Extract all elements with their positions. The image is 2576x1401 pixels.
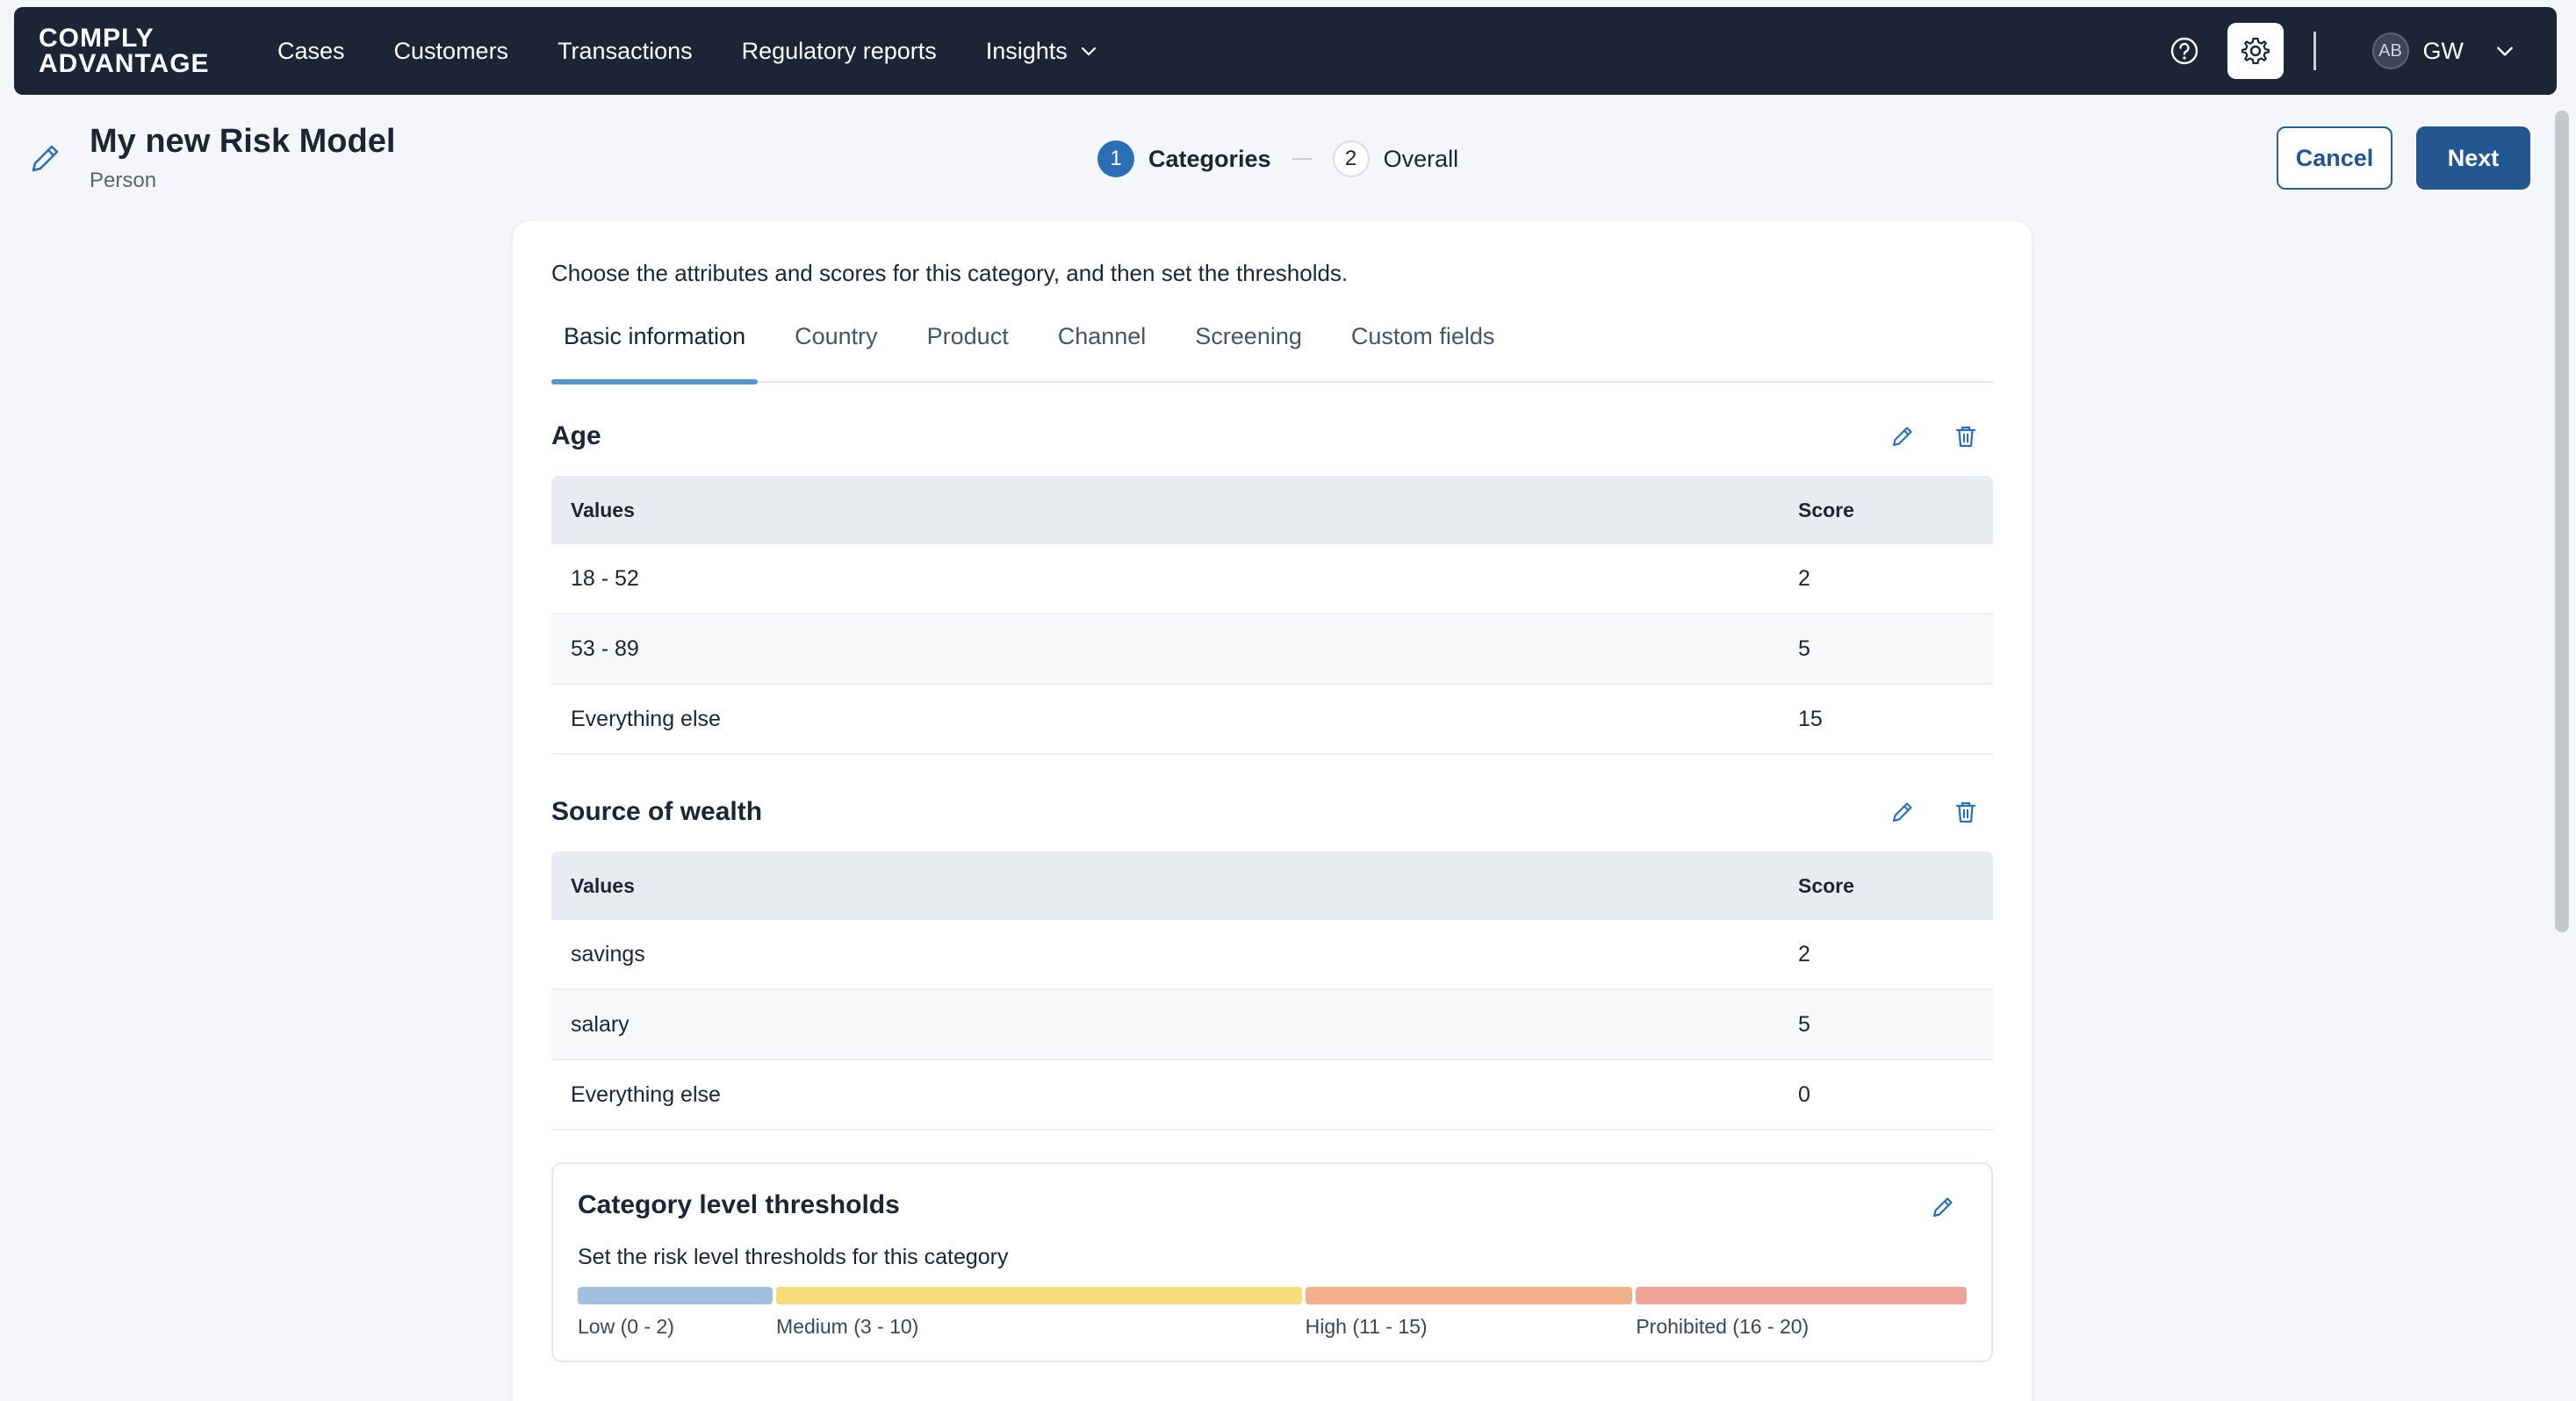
age-table: Values Score 18 - 52 2 53 - 89 5 Everyth… [551, 476, 1993, 755]
row-value: 18 - 52 [571, 565, 639, 591]
chevron-down-icon[interactable] [2495, 41, 2515, 61]
header-values: Values [571, 873, 635, 897]
step-2-label[interactable]: Overall [1384, 146, 1459, 173]
threshold-bar-high [1305, 1287, 1633, 1304]
trash-icon[interactable] [1953, 799, 1979, 825]
threshold-label-prohibited: Prohibited (16 - 20) [1636, 1315, 1810, 1338]
tab-basic-information[interactable]: Basic information [551, 323, 759, 384]
source-of-wealth-table: Values Score savings 2 salary 5 Everythi… [551, 851, 1993, 1131]
threshold-bar-prohibited [1636, 1287, 1967, 1304]
table-row: salary 5 [551, 990, 1993, 1060]
cancel-button[interactable]: Cancel [2277, 126, 2393, 190]
wizard-stepper: 1 Categories 2 Overall [1097, 140, 1458, 177]
nav-link-insights[interactable]: Insights [986, 38, 1097, 65]
category-thresholds-panel: Category level thresholds Set the risk l… [551, 1162, 1993, 1362]
help-icon[interactable] [2169, 36, 2199, 66]
scrollbar-thumb[interactable] [2555, 111, 2569, 932]
row-value: Everything else [571, 1081, 721, 1107]
row-value: Everything else [571, 706, 721, 731]
nav-link-cases[interactable]: Cases [277, 38, 345, 65]
brand-logo-line2: ADVANTAGE [39, 49, 210, 78]
pencil-icon[interactable] [1889, 423, 1916, 449]
row-score: 2 [1798, 941, 1810, 966]
row-score: 2 [1798, 565, 1810, 591]
row-score: 15 [1798, 706, 1823, 731]
step-1-number: 1 [1097, 140, 1134, 177]
step-separator [1292, 158, 1312, 160]
row-value: savings [571, 941, 645, 966]
table-row: savings 2 [551, 920, 1993, 990]
card-intro: Choose the attributes and scores for thi… [551, 260, 1349, 286]
threshold-label-medium: Medium (3 - 10) [776, 1315, 919, 1338]
table-row: 18 - 52 2 [551, 544, 1993, 614]
brand-logo[interactable]: COMPLY ADVANTAGE [39, 24, 242, 78]
avatar[interactable]: AB [2371, 32, 2409, 69]
row-score: 5 [1798, 1011, 1810, 1037]
nav-link-customers[interactable]: Customers [394, 38, 509, 65]
brand-logo-line1: COMPLY [39, 24, 155, 53]
nav-link-insights-label: Insights [985, 37, 1068, 64]
pencil-icon[interactable] [1930, 1194, 1956, 1220]
thresholds-title: Category level thresholds [578, 1190, 900, 1219]
gear-icon [2241, 37, 2270, 65]
user-name[interactable]: GW [2423, 38, 2464, 65]
table-row: Everything else 0 [551, 1060, 1993, 1131]
table-header: Values Score [551, 851, 1993, 920]
row-score: 5 [1798, 636, 1810, 661]
pencil-icon[interactable] [26, 140, 63, 177]
row-value: 53 - 89 [571, 636, 639, 661]
table-header: Values Score [551, 476, 1993, 544]
next-button[interactable]: Next [2416, 126, 2530, 190]
threshold-label-high: High (11 - 15) [1305, 1315, 1428, 1338]
table-row: Everything else 15 [551, 685, 1993, 755]
header-score: Score [1798, 873, 1854, 897]
page-subtitle: Person [90, 169, 157, 192]
thresholds-description: Set the risk level thresholds for this c… [578, 1245, 1009, 1269]
page-title: My new Risk Model [90, 123, 396, 160]
settings-button[interactable] [2227, 23, 2284, 79]
pencil-icon[interactable] [1889, 799, 1916, 825]
nav-right: AB GW [2169, 7, 2533, 95]
nav-link-transactions[interactable]: Transactions [558, 38, 693, 65]
step-2-number: 2 [1332, 140, 1370, 177]
section-title-source-of-wealth: Source of wealth [551, 797, 763, 826]
tab-screening[interactable]: Screening [1183, 323, 1314, 383]
top-navbar: COMPLY ADVANTAGE Cases Customers Transac… [14, 7, 2557, 95]
tab-channel[interactable]: Channel [1046, 323, 1159, 383]
tab-custom-fields[interactable]: Custom fields [1339, 323, 1507, 383]
header-score: Score [1798, 498, 1854, 521]
header-values: Values [571, 498, 635, 521]
threshold-bar-medium [776, 1287, 1302, 1304]
section-title-age: Age [551, 421, 601, 450]
step-1-label[interactable]: Categories [1148, 146, 1271, 173]
threshold-label-low: Low (0 - 2) [578, 1315, 674, 1338]
tab-country[interactable]: Country [782, 323, 890, 383]
threshold-bar-low [578, 1287, 773, 1304]
nav-link-regulatory-reports[interactable]: Regulatory reports [742, 38, 937, 65]
trash-icon[interactable] [1953, 423, 1979, 449]
table-row: 53 - 89 5 [551, 614, 1993, 685]
main-nav: Cases Customers Transactions Regulatory … [277, 38, 1147, 65]
row-value: salary [571, 1011, 630, 1037]
tab-product[interactable]: Product [915, 323, 1021, 383]
chevron-down-icon [1081, 47, 1096, 56]
row-score: 0 [1798, 1081, 1810, 1107]
category-card: Choose the attributes and scores for thi… [513, 221, 2032, 1401]
nav-divider [2313, 32, 2316, 70]
tab-row: Basic information Country Product Channe… [551, 323, 1993, 384]
